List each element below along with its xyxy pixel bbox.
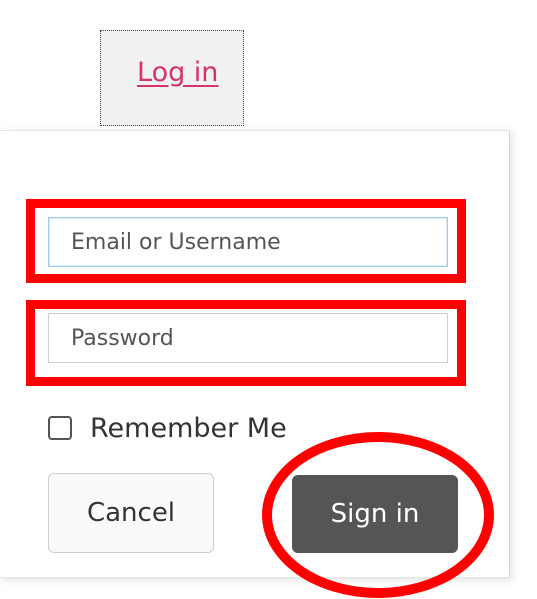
login-link-focus-box: Log in <box>100 30 244 126</box>
sign-in-button[interactable]: Sign in <box>292 475 458 553</box>
remember-me-checkbox[interactable] <box>48 416 72 440</box>
password-field[interactable] <box>48 313 448 363</box>
remember-me-label: Remember Me <box>90 412 287 444</box>
login-link[interactable]: Log in <box>137 57 218 88</box>
remember-me-row: Remember Me <box>48 408 287 448</box>
cancel-button[interactable]: Cancel <box>48 473 214 553</box>
login-page: Log in Remember Me Cancel Sign in <box>0 0 537 599</box>
email-field[interactable] <box>48 217 448 267</box>
